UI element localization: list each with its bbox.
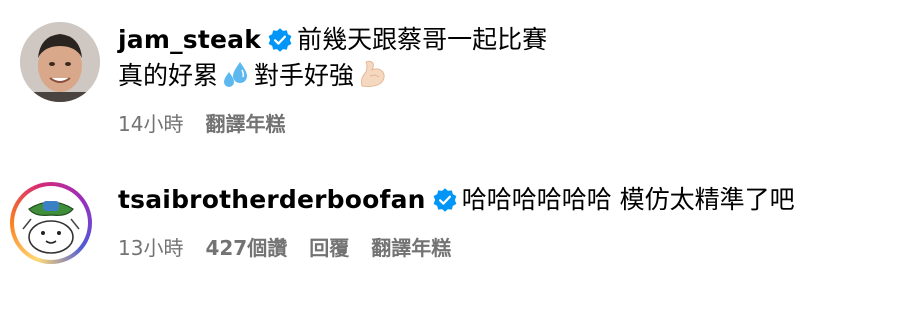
verified-badge-icon: [433, 188, 457, 212]
translate-button[interactable]: 翻譯年糕: [371, 236, 451, 260]
comment-timestamp: 14小時: [118, 112, 184, 136]
sweat-droplets-icon: [224, 62, 248, 87]
verified-badge-icon: [268, 28, 292, 52]
avatar[interactable]: [20, 22, 100, 102]
comment-username[interactable]: jam_steak: [118, 25, 261, 54]
comment-text: 真的好累: [118, 61, 219, 90]
avatar[interactable]: [10, 182, 92, 264]
comment-text: 對手好強: [254, 61, 355, 90]
translate-button[interactable]: 翻譯年糕: [205, 112, 285, 136]
flexed-biceps-icon: [361, 60, 385, 88]
comment-timestamp: 13小時: [118, 236, 184, 260]
avatar-image: [17, 189, 85, 257]
comment-username[interactable]: tsaibrotherderboofan: [118, 185, 426, 214]
reply-button[interactable]: 回覆: [309, 236, 349, 260]
comment-text: 哈哈哈哈哈哈 模仿太精準了吧: [461, 185, 795, 214]
avatar-image: [20, 22, 100, 102]
likes-count[interactable]: 427個讚: [205, 236, 287, 260]
comment-text: 前幾天跟蔡哥一起比賽: [297, 25, 548, 54]
